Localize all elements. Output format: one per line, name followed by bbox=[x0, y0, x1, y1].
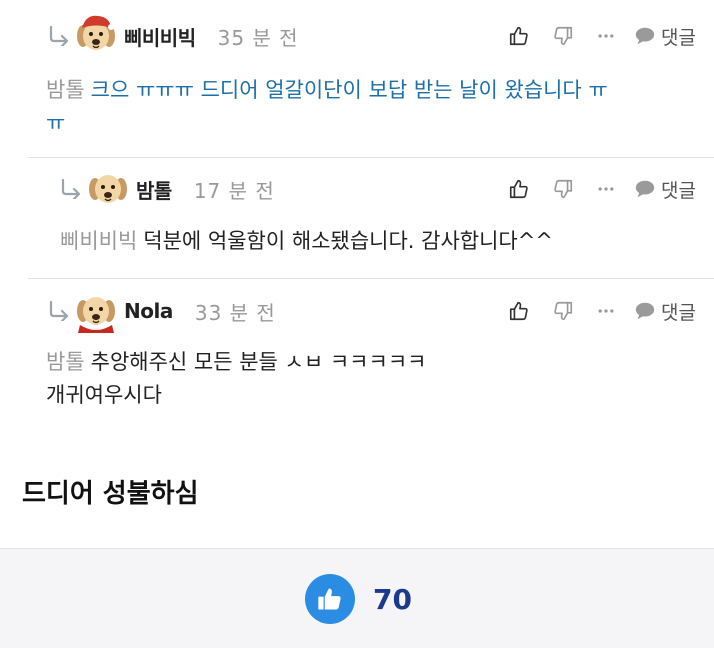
more-button[interactable] bbox=[596, 179, 616, 199]
thumbs-down-icon bbox=[552, 178, 574, 200]
comment-time: 35 분 전 bbox=[217, 25, 299, 50]
thumbs-down-icon bbox=[552, 25, 574, 47]
comment-item: 밤톨 17 분 전 댓글 삐비비빅 덕분에 억울함이 해소됐습니다. 감사합니다^… bbox=[0, 157, 714, 278]
thumbs-up-icon bbox=[508, 178, 530, 200]
mention[interactable]: 밤톨 bbox=[46, 350, 85, 374]
comment-time: 17 분 전 bbox=[193, 178, 275, 203]
like-count: 70 bbox=[373, 582, 412, 616]
dislike-button[interactable] bbox=[552, 25, 574, 47]
like-button[interactable] bbox=[508, 178, 530, 200]
comment-text: 추앙해주신 모든 분들 ㅅㅂ ㅋㅋㅋㅋㅋ bbox=[90, 350, 427, 374]
thumbs-down-icon bbox=[552, 300, 574, 322]
thumbs-up-icon bbox=[508, 25, 530, 47]
comment-body: 밤톨 크으 ㅠㅠㅠ 드디어 얼갈이단이 보답 받는 날이 왔습니다 ㅠ ㅠ bbox=[46, 74, 696, 140]
comment-actions: 댓글 bbox=[490, 16, 696, 56]
comment-author[interactable]: 삐비비빅 bbox=[124, 22, 196, 51]
dislike-button[interactable] bbox=[552, 178, 574, 200]
comment-text-line2: 개귀여우시다 bbox=[46, 383, 162, 407]
more-dots-icon bbox=[596, 179, 616, 199]
reply-label: 댓글 bbox=[661, 26, 696, 49]
avatar[interactable] bbox=[74, 289, 118, 333]
comment-body: 삐비비빅 덕분에 억울함이 해소됐습니다. 감사합니다^^ bbox=[60, 225, 700, 258]
more-dots-icon bbox=[596, 26, 616, 46]
avatar[interactable] bbox=[74, 14, 118, 58]
comment-actions: 댓글 bbox=[490, 169, 696, 209]
comment-text-line2: ㅠ bbox=[46, 111, 66, 135]
comment-text: 덕분에 억울함이 해소됐습니다. 감사합니다^^ bbox=[143, 229, 553, 253]
more-button[interactable] bbox=[596, 26, 616, 46]
thumbs-up-icon bbox=[508, 300, 530, 322]
more-button[interactable] bbox=[596, 301, 616, 321]
comment-item: 삐비비빅 35 분 전 댓글 밤톨 크으 ㅠㅠㅠ 드디어 얼갈이단이 보답 받는 … bbox=[0, 0, 714, 157]
dislike-button[interactable] bbox=[552, 300, 574, 322]
post-like-button[interactable]: 70 bbox=[305, 574, 412, 624]
reply-button[interactable]: 댓글 bbox=[634, 176, 696, 203]
comment-actions: 댓글 bbox=[490, 291, 696, 331]
reply-arrow-icon bbox=[46, 301, 72, 321]
like-button[interactable] bbox=[508, 300, 530, 322]
avatar[interactable] bbox=[86, 167, 130, 211]
comment-text: 크으 ㅠㅠㅠ 드디어 얼갈이단이 보답 받는 날이 왔습니다 ㅠ bbox=[90, 78, 608, 102]
mention[interactable]: 밤톨 bbox=[46, 78, 85, 102]
reply-button[interactable]: 댓글 bbox=[634, 298, 696, 325]
comment-body: 밤톨 추앙해주신 모든 분들 ㅅㅂ ㅋㅋㅋㅋㅋ 개귀여우시다 bbox=[46, 346, 696, 412]
comment-header: 삐비비빅 35 분 전 bbox=[46, 14, 299, 58]
comment-header: 밤톨 17 분 전 bbox=[58, 169, 275, 209]
footer-bar: 70 bbox=[0, 548, 714, 648]
reply-label: 댓글 bbox=[661, 179, 696, 202]
reply-arrow-icon bbox=[58, 179, 84, 199]
more-dots-icon bbox=[596, 301, 616, 321]
comment-author[interactable]: 밤톨 bbox=[136, 175, 172, 204]
speech-bubble-icon bbox=[634, 300, 656, 322]
like-circle bbox=[305, 574, 355, 624]
mention[interactable]: 삐비비빅 bbox=[60, 229, 137, 253]
comment-time: 33 분 전 bbox=[194, 300, 276, 325]
reply-label: 댓글 bbox=[661, 301, 696, 324]
speech-bubble-icon bbox=[634, 25, 656, 47]
post-text: 드디어 성불하심 bbox=[22, 479, 199, 509]
comment-author[interactable]: Nola bbox=[124, 299, 173, 323]
reply-arrow-icon bbox=[46, 26, 72, 46]
speech-bubble-icon bbox=[634, 178, 656, 200]
reply-button[interactable]: 댓글 bbox=[634, 23, 696, 50]
comment-header: Nola 33 분 전 bbox=[46, 289, 276, 333]
like-button[interactable] bbox=[508, 25, 530, 47]
comment-item: Nola 33 분 전 댓글 밤톨 추앙해주신 모든 분들 ㅅㅂ ㅋㅋㅋㅋㅋ 개귀… bbox=[0, 278, 714, 428]
thumbs-up-icon bbox=[318, 588, 341, 610]
